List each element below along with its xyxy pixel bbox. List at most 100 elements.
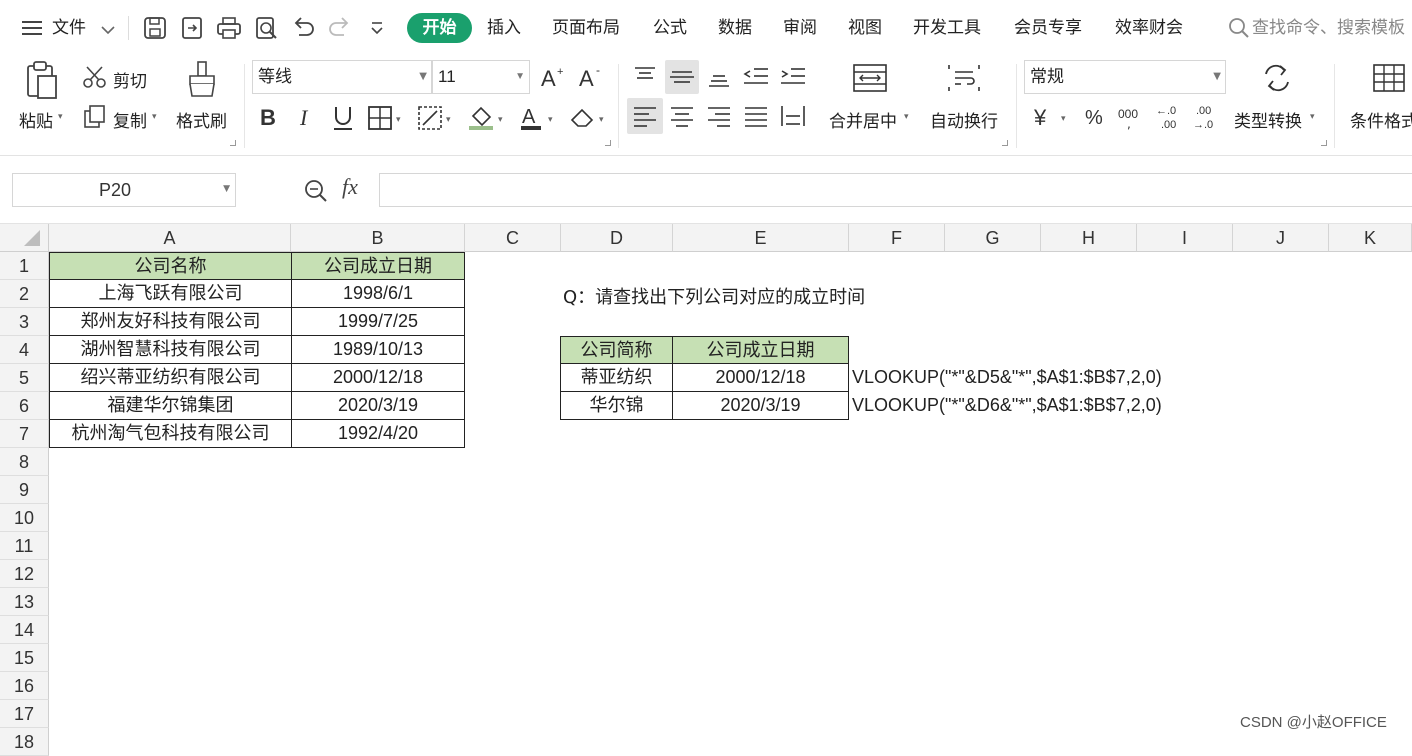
row-header-1[interactable]: 1 xyxy=(0,252,49,280)
column-header-j[interactable]: J xyxy=(1233,224,1329,252)
tab-home[interactable]: 开始 xyxy=(407,13,472,43)
align-top-icon[interactable] xyxy=(631,62,659,94)
format-painter-button[interactable]: 格式刷 xyxy=(176,107,227,132)
conditional-format-button[interactable]: 条件格式 xyxy=(1350,107,1412,132)
name-box[interactable]: P20 ▼ xyxy=(12,173,236,207)
align-right-icon[interactable] xyxy=(705,102,733,134)
tab-review[interactable]: 审阅 xyxy=(783,14,817,42)
row-header-14[interactable]: 14 xyxy=(0,616,49,644)
dialog-launcher-icon[interactable] xyxy=(1002,140,1008,146)
align-middle-icon[interactable] xyxy=(665,60,699,94)
clear-format-icon[interactable]: ▾ xyxy=(568,104,610,136)
increase-indent-icon[interactable] xyxy=(779,62,807,94)
dialog-launcher-icon[interactable] xyxy=(230,140,236,146)
conditional-format-icon[interactable] xyxy=(1372,62,1406,98)
dialog-launcher-icon[interactable] xyxy=(605,140,611,146)
bold-icon[interactable]: B xyxy=(258,104,282,134)
tab-view[interactable]: 视图 xyxy=(848,14,882,42)
table1-header-date[interactable]: 公司成立日期 xyxy=(291,252,465,280)
row-header-10[interactable]: 10 xyxy=(0,504,49,532)
table1-date-cell[interactable]: 2000/12/18 xyxy=(291,364,465,392)
copy-icon[interactable] xyxy=(82,104,108,134)
row-header-2[interactable]: 2 xyxy=(0,280,49,308)
table1-date-cell[interactable]: 1999/7/25 xyxy=(291,308,465,336)
table2-date-cell[interactable]: 2000/12/18 xyxy=(672,364,849,392)
table2-short-name-cell[interactable]: 华尔锦 xyxy=(560,392,673,420)
tab-finance[interactable]: 效率财会 xyxy=(1115,14,1183,42)
tab-page-layout[interactable]: 页面布局 xyxy=(552,14,620,42)
dialog-launcher-icon[interactable] xyxy=(1321,140,1327,146)
fx-icon[interactable]: fx xyxy=(342,174,358,200)
justify-icon[interactable] xyxy=(742,102,770,134)
table1-date-cell[interactable]: 2020/3/19 xyxy=(291,392,465,420)
row-header-18[interactable]: 18 xyxy=(0,728,49,756)
currency-icon[interactable]: ¥ ▾ xyxy=(1032,104,1074,134)
table2-date-cell[interactable]: 2020/3/19 xyxy=(672,392,849,420)
column-header-c[interactable]: C xyxy=(465,224,561,252)
chevron-down-icon[interactable]: ▾ xyxy=(58,112,63,122)
row-header-7[interactable]: 7 xyxy=(0,420,49,448)
column-header-h[interactable]: H xyxy=(1041,224,1137,252)
row-header-16[interactable]: 16 xyxy=(0,672,49,700)
table1-company-name-cell[interactable]: 上海飞跃有限公司 xyxy=(49,280,292,308)
chevron-down-icon[interactable]: ▾ xyxy=(152,112,157,122)
cut-button[interactable]: 剪切 xyxy=(113,67,147,92)
table2-header-date[interactable]: 公司成立日期 xyxy=(672,336,849,364)
zoom-search-icon[interactable] xyxy=(303,178,329,208)
table2-header-short-name[interactable]: 公司简称 xyxy=(560,336,673,364)
chevron-down-icon[interactable] xyxy=(100,21,116,40)
underline-icon[interactable] xyxy=(331,104,355,136)
tab-member[interactable]: 会员专享 xyxy=(1014,14,1082,42)
decrease-decimal-icon[interactable]: .00 →.0 xyxy=(1192,102,1222,134)
paste-icon[interactable] xyxy=(22,60,62,104)
question-text[interactable]: Q：请查找出下列公司对应的成立时间 xyxy=(563,284,865,312)
row-header-13[interactable]: 13 xyxy=(0,588,49,616)
row-header-3[interactable]: 3 xyxy=(0,308,49,336)
number-format-select[interactable]: 常规 ▼ xyxy=(1024,60,1226,94)
search-icon[interactable] xyxy=(1228,17,1250,43)
wrap-text-button[interactable]: 自动换行 xyxy=(930,107,998,132)
row-header-15[interactable]: 15 xyxy=(0,644,49,672)
merge-center-button[interactable]: 合并居中 xyxy=(829,107,897,132)
tab-data[interactable]: 数据 xyxy=(718,14,752,42)
column-header-d[interactable]: D xyxy=(561,224,673,252)
table1-company-name-cell[interactable]: 湖州智慧科技有限公司 xyxy=(49,336,292,364)
decrease-indent-icon[interactable] xyxy=(742,62,770,94)
column-header-f[interactable]: F xyxy=(849,224,945,252)
table1-company-name-cell[interactable]: 郑州友好科技有限公司 xyxy=(49,308,292,336)
thousands-separator-icon[interactable]: 000, xyxy=(1117,102,1147,134)
redo-icon[interactable] xyxy=(326,14,354,42)
scissors-icon[interactable] xyxy=(82,64,108,94)
font-color-icon[interactable]: A ▾ xyxy=(519,104,561,136)
save-icon[interactable] xyxy=(141,14,169,42)
chevron-down-icon[interactable]: ▾ xyxy=(904,112,909,122)
wrap-text-icon[interactable] xyxy=(946,62,982,98)
align-bottom-icon[interactable] xyxy=(705,62,733,94)
increase-decimal-icon[interactable]: ←.0.00 xyxy=(1155,102,1185,134)
percent-icon[interactable]: % xyxy=(1084,104,1110,134)
distributed-align-icon[interactable] xyxy=(779,102,807,134)
type-convert-button[interactable]: 类型转换 xyxy=(1234,107,1302,132)
table1-date-cell[interactable]: 1989/10/13 xyxy=(291,336,465,364)
decrease-font-size-icon[interactable]: A- xyxy=(578,63,606,94)
row-header-9[interactable]: 9 xyxy=(0,476,49,504)
table1-company-name-cell[interactable]: 福建华尔锦集团 xyxy=(49,392,292,420)
table1-header-name[interactable]: 公司名称 xyxy=(49,252,292,280)
formula-input[interactable] xyxy=(379,173,1412,207)
search-input[interactable]: 查找命令、搜索模板 xyxy=(1252,14,1405,42)
paste-button[interactable]: 粘贴 xyxy=(19,107,53,132)
table1-company-name-cell[interactable]: 杭州淘气包科技有限公司 xyxy=(49,420,292,448)
tab-formulas[interactable]: 公式 xyxy=(653,14,687,42)
row-header-4[interactable]: 4 xyxy=(0,336,49,364)
column-header-k[interactable]: K xyxy=(1329,224,1412,252)
fill-pattern-icon[interactable]: ▾ xyxy=(417,105,457,135)
tab-developer[interactable]: 开发工具 xyxy=(913,14,981,42)
formula-text-cell[interactable]: VLOOKUP("*"&D6&"*",$A$1:$B$7,2,0) xyxy=(852,392,1162,420)
increase-font-size-icon[interactable]: A + xyxy=(540,64,568,94)
font-name-select[interactable]: 等线 ▼ xyxy=(252,60,432,94)
select-all-corner[interactable] xyxy=(0,224,49,252)
file-menu[interactable]: 文件 xyxy=(52,14,86,42)
type-convert-icon[interactable] xyxy=(1260,62,1294,98)
undo-icon[interactable] xyxy=(289,14,317,42)
column-header-a[interactable]: A xyxy=(49,224,291,252)
